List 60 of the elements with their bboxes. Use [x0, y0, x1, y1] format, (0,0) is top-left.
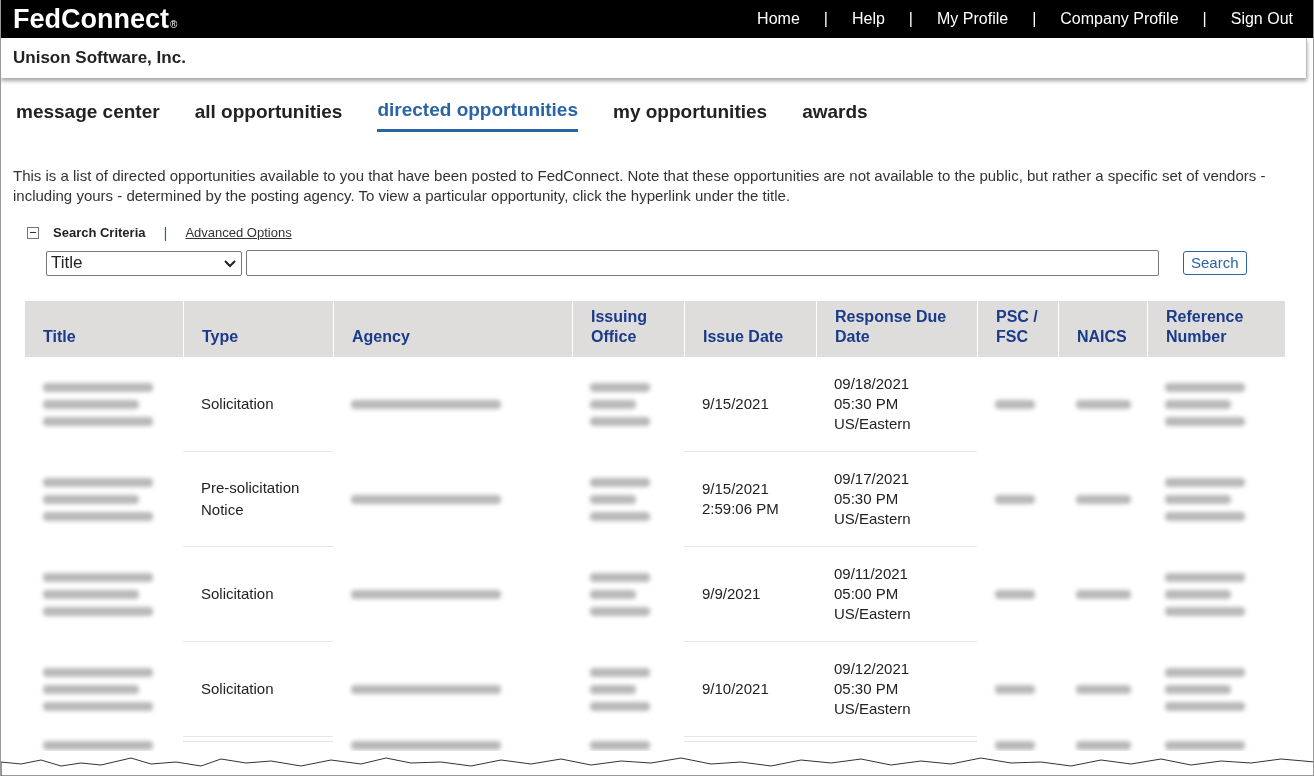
collapse-icon[interactable]	[27, 226, 39, 239]
blurred-text	[590, 573, 650, 616]
tab[interactable]: message center	[16, 98, 160, 132]
blurred-text	[1076, 741, 1131, 750]
nav-separator: |	[823, 9, 828, 29]
blurred-text	[590, 478, 650, 521]
issue-date-cell: 9/15/2021	[702, 394, 769, 414]
blurred-text	[995, 741, 1035, 750]
column-header[interactable]: Agency	[333, 301, 572, 357]
tab[interactable]: my opportunities	[613, 98, 768, 132]
blurred-text	[590, 383, 650, 426]
column-header[interactable]: Issue Date	[684, 301, 816, 357]
blurred-text	[995, 495, 1035, 504]
nav-link[interactable]: Help	[851, 7, 885, 31]
response-due-cell: 09/11/2021 05:00 PM US/Eastern	[834, 564, 911, 624]
blurred-text	[1076, 495, 1131, 504]
separator: |	[163, 222, 168, 243]
blurred-text	[995, 400, 1035, 409]
blurred-text	[590, 668, 650, 711]
tab[interactable]: all opportunities	[194, 98, 343, 132]
search-button[interactable]: Search	[1183, 251, 1247, 275]
type-cell-text: Solicitation	[201, 678, 274, 699]
nav-separator: |	[1202, 9, 1207, 29]
blurred-text	[1076, 590, 1131, 599]
column-header[interactable]: PSC / FSC	[977, 301, 1058, 357]
response-due-cell: 09/12/2021 05:30 PM US/Eastern	[834, 659, 911, 719]
nav-separator: |	[908, 9, 913, 29]
nav-link[interactable]: My Profile	[937, 7, 1009, 31]
blurred-text	[995, 685, 1035, 694]
blurred-text	[1076, 685, 1131, 694]
blurred-text	[995, 590, 1035, 599]
nav-separator: |	[1032, 9, 1037, 29]
type-cell-text: Solicitation	[201, 583, 274, 604]
chevron-down-icon	[223, 258, 237, 268]
column-header[interactable]: Reference Number	[1147, 301, 1285, 357]
column-header[interactable]: Type	[183, 301, 333, 357]
field-select[interactable]: Title	[46, 250, 242, 276]
description-text: This is a list of directed opportunities available to you that have been posted to FedConnect. Note that these opportunities are not available to the public, but rather a specific set of vendors - including yours - determined by the posting agency. To view a particular opportunity, click the hyperlink under the title.	[12, 165, 1267, 206]
search-field[interactable]	[246, 250, 1159, 276]
column-header[interactable]: Title	[25, 301, 183, 357]
advanced-options-link[interactable]: Advanced Options	[185, 223, 292, 243]
response-due-cell: 09/18/2021 05:30 PM US/Eastern	[834, 374, 911, 434]
column-header[interactable]: NAICS	[1058, 301, 1147, 357]
nav-link[interactable]: Home	[757, 7, 800, 31]
brand-logo[interactable]: FedConnect®	[13, 5, 178, 33]
issue-date-cell: 9/10/2021	[702, 679, 769, 699]
type-cell-text: Solicitation	[201, 393, 274, 414]
issue-date-cell: 9/9/2021	[702, 584, 761, 604]
nav-link[interactable]: Company Profile	[1060, 7, 1179, 31]
column-header[interactable]: Issuing Office	[572, 301, 684, 357]
nav-link[interactable]: Sign Out	[1230, 7, 1293, 31]
tab[interactable]: directed opportunities	[377, 94, 578, 132]
response-due-cell: 09/17/2021 05:30 PM US/Eastern	[834, 469, 911, 529]
type-cell-text: Pre-solicitation Notice	[201, 477, 301, 520]
search-criteria-label: Search Criteria	[53, 224, 146, 242]
company-name: Unison Software, Inc.	[13, 47, 186, 70]
blurred-text	[1076, 400, 1131, 409]
tab[interactable]: awards	[802, 98, 868, 132]
column-header[interactable]: Response Due Date	[816, 301, 977, 357]
issue-date-cell: 9/15/2021 2:59:06 PM	[702, 479, 779, 519]
